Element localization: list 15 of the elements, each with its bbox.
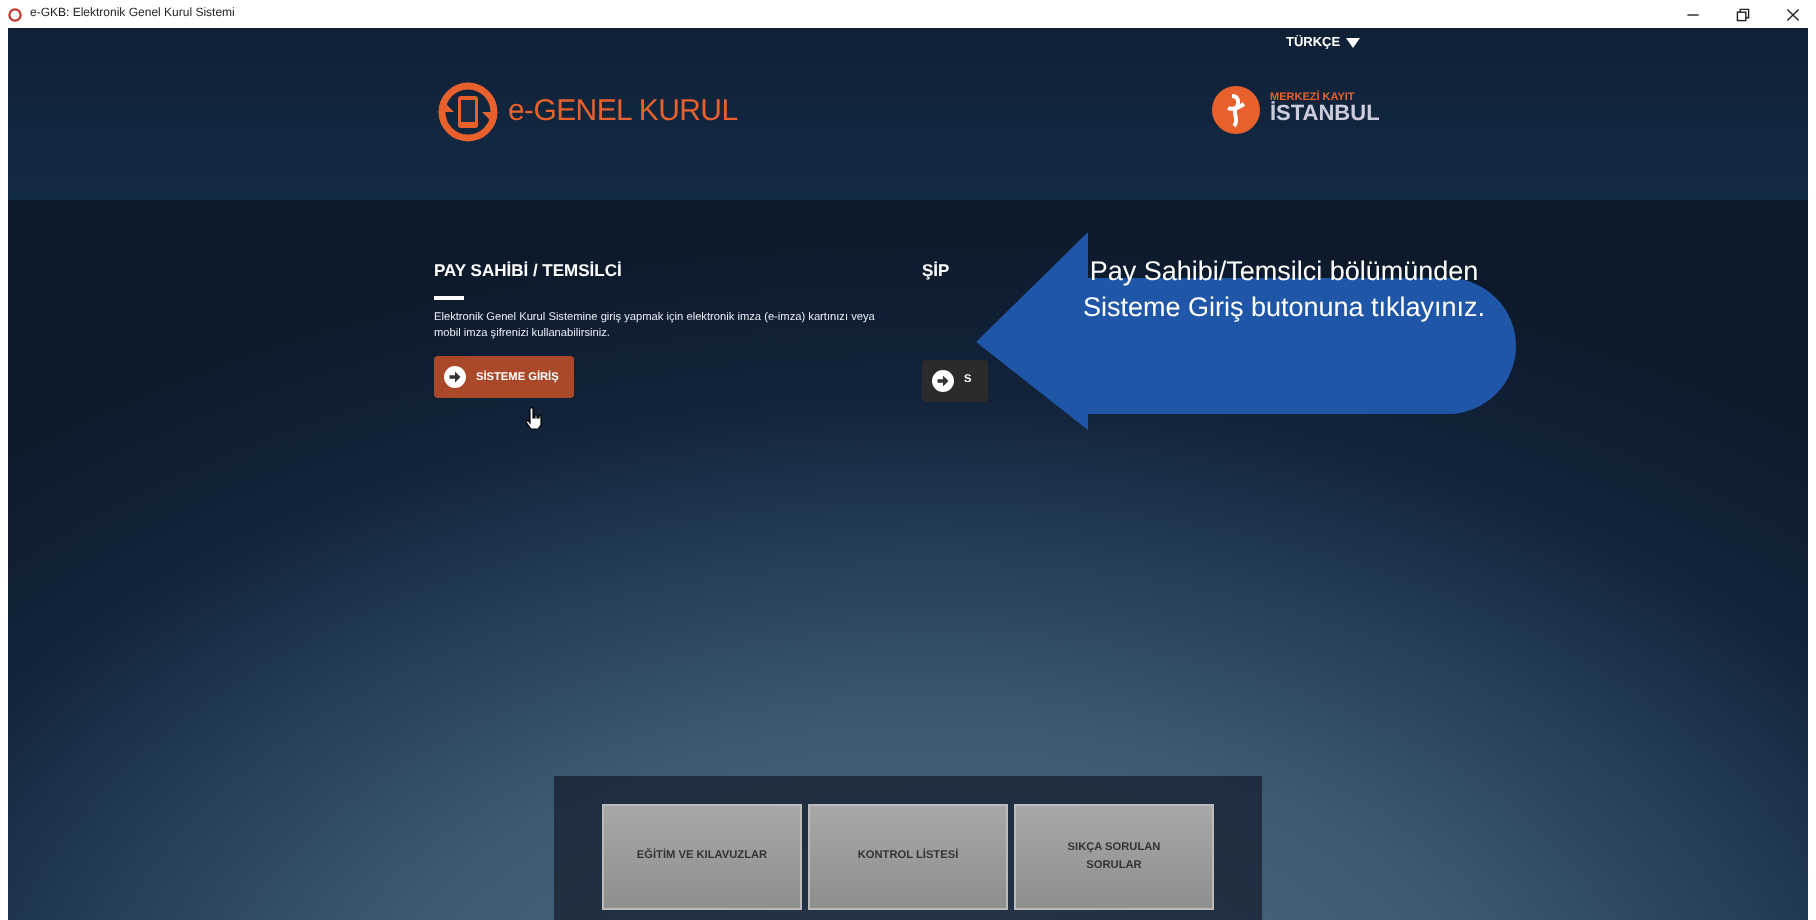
app-icon [8,7,22,21]
partner-logo-text: İSTANBUL [1270,104,1380,127]
restore-icon[interactable] [1736,7,1750,21]
section-heading: ŞİP [922,260,950,281]
hand-cursor-icon [524,406,542,430]
logo-text: e-GENEL KURUL [508,91,738,132]
tablet-logo-icon [436,80,500,144]
close-icon[interactable] [1786,7,1800,21]
heading-rule [434,296,464,301]
arrow-circle-icon [444,366,466,389]
callout-text: Pay Sahibi/Temsilci bölümünden Sisteme Giriş butonuna tıklayınız. [1080,254,1488,326]
caret-icon [1346,38,1361,49]
figure-logo-icon [1210,84,1262,136]
section-heading: PAY SAHİBİ / TEMSİLCİ [434,260,622,281]
arrow-circle-icon [932,370,954,393]
